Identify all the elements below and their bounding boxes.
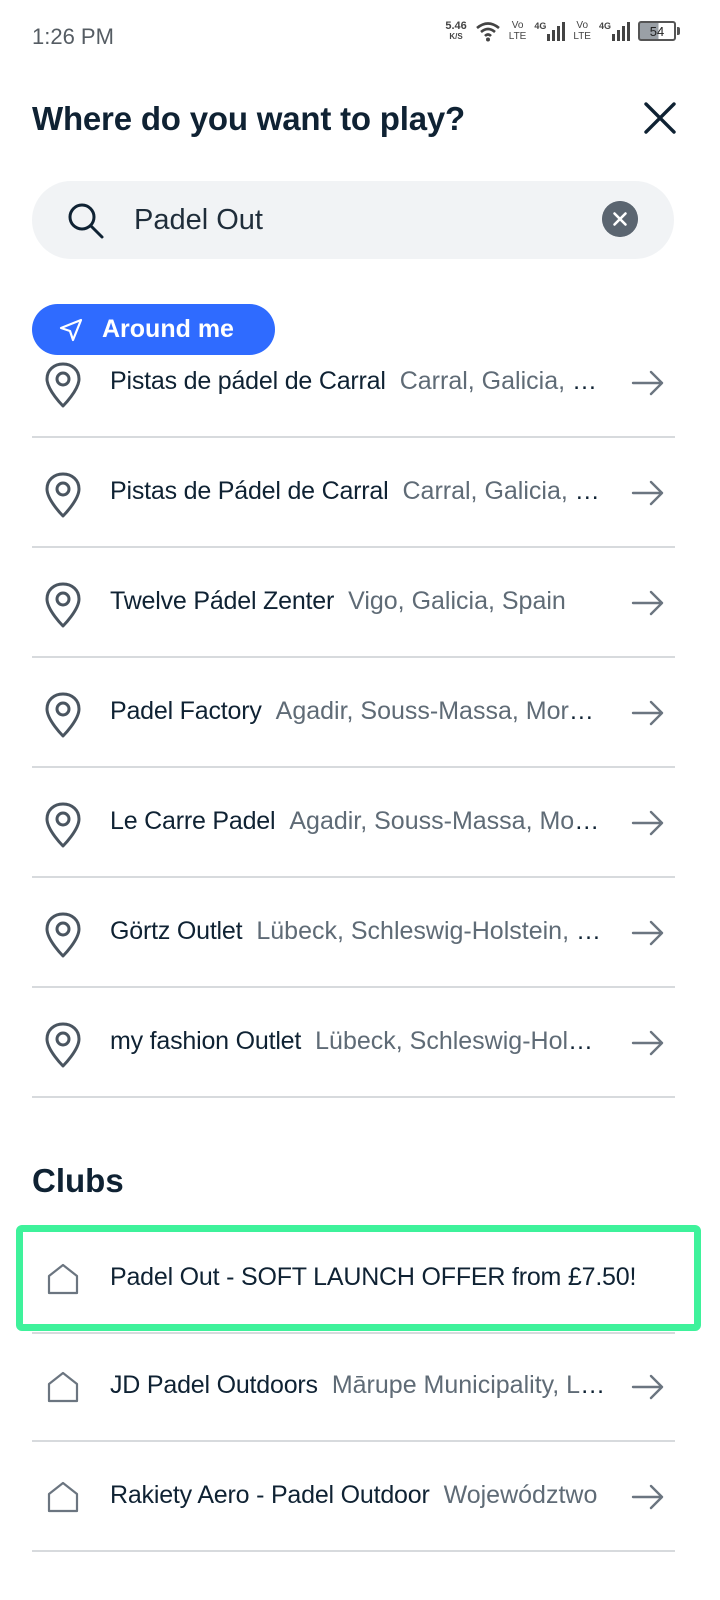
- place-name: Pistas de pádel de Carral: [110, 367, 386, 395]
- arrow-right-icon: [631, 920, 664, 946]
- place-text: Twelve Pádel Zenter Vigo, Galicia, Spain: [110, 586, 602, 616]
- place-text: Pistas de pádel de Carral Carral, Galicia…: [110, 366, 602, 396]
- arrow-right-icon: [631, 370, 664, 396]
- club-result-row[interactable]: JD Padel Outdoors Mārupe Municipality, La…: [32, 1332, 675, 1442]
- place-name: Görtz Outlet: [110, 917, 243, 945]
- place-result-row[interactable]: Pistas de pádel de Carral Carral, Galicia…: [32, 328, 675, 438]
- place-location: Carral, Galicia, Spain: [402, 477, 602, 505]
- place-text: Pistas de Pádel de Carral Carral, Galicia…: [110, 476, 602, 506]
- place-result-row[interactable]: my fashion Outlet Lübeck, Schleswig-Holst…: [32, 988, 675, 1098]
- location-pin-icon: [45, 1022, 81, 1068]
- header: Where do you want to play?: [32, 96, 688, 146]
- signal-bars-icon: [547, 22, 566, 41]
- clear-icon[interactable]: [602, 201, 638, 237]
- sim2-signal: 4G: [599, 21, 630, 41]
- arrow-right-icon: [631, 1374, 664, 1400]
- location-pin-icon: [45, 362, 81, 408]
- sim2-volte-indicator: Vo LTE: [573, 20, 591, 42]
- network-speed: 5.46 K/S: [445, 20, 467, 42]
- place-location: Lübeck, Schleswig-Holstein, Germany: [256, 917, 602, 945]
- wifi-icon: [475, 22, 500, 42]
- club-name: JD Padel Outdoors: [110, 1371, 318, 1399]
- place-name: Pistas de Pádel de Carral: [110, 477, 389, 505]
- place-result-row[interactable]: Le Carre Padel Agadir, Souss-Massa, Moroc…: [32, 768, 675, 878]
- location-pin-icon: [45, 582, 81, 628]
- place-result-row[interactable]: Padel Factory Agadir, Souss-Massa, Morocc…: [32, 658, 675, 768]
- battery-level: 54: [638, 21, 676, 41]
- place-name: Twelve Pádel Zenter: [110, 587, 335, 615]
- place-text: Padel Factory Agadir, Souss-Massa, Morocc…: [110, 696, 602, 726]
- club-icon: [47, 1371, 79, 1403]
- club-result-row[interactable]: Rakiety Aero - Padel Outdoor Województwo: [32, 1442, 675, 1552]
- arrow-right-icon: [631, 700, 664, 726]
- club-result-row[interactable]: Padel Out - SOFT LAUNCH OFFER from £7.50…: [32, 1224, 675, 1334]
- club-text: JD Padel Outdoors Mārupe Municipality, La…: [110, 1370, 610, 1400]
- search-icon: [68, 203, 104, 239]
- place-name: Le Carre Padel: [110, 807, 276, 835]
- status-time: 1:26 PM: [32, 24, 114, 49]
- places-list: Pistas de pádel de Carral Carral, Galicia…: [32, 328, 675, 1098]
- sim1-volte-indicator: Vo LTE: [508, 20, 527, 42]
- page-title: Where do you want to play?: [32, 100, 465, 137]
- clubs-section-title: Clubs: [32, 1162, 124, 1199]
- place-location: Agadir, Souss-Massa, Morocco: [275, 697, 602, 725]
- club-location: Mārupe Municipality, Latvia: [331, 1371, 610, 1399]
- place-result-row[interactable]: Görtz Outlet Lübeck, Schleswig-Holstein, …: [32, 878, 675, 988]
- place-location: Vigo, Galicia, Spain: [348, 587, 566, 615]
- place-location: Agadir, Souss-Massa, Morocco: [289, 807, 602, 835]
- status-bar: 1:26 PM 5.46 K/S Vo LTE 4G Vo LTE 4G 54: [0, 0, 720, 70]
- place-name: my fashion Outlet: [110, 1027, 302, 1055]
- club-location: Województwo: [443, 1481, 598, 1509]
- arrow-right-icon: [631, 1030, 664, 1056]
- place-location: Lübeck, Schleswig-Holstein, Germany: [315, 1027, 602, 1055]
- location-pin-icon: [45, 472, 81, 518]
- arrow-right-icon: [631, 810, 664, 836]
- sim1-signal: 4G: [534, 21, 566, 41]
- place-name: Padel Factory: [110, 697, 262, 725]
- place-text: Le Carre Padel Agadir, Souss-Massa, Moroc…: [110, 806, 602, 836]
- place-location: Carral, Galicia, Spain: [399, 367, 602, 395]
- place-result-row[interactable]: Pistas de Pádel de Carral Carral, Galicia…: [32, 438, 675, 548]
- place-text: Görtz Outlet Lübeck, Schleswig-Holstein, …: [110, 916, 602, 946]
- signal-bars-icon: [612, 22, 630, 41]
- club-text: Rakiety Aero - Padel Outdoor Województwo: [110, 1480, 610, 1510]
- place-text: my fashion Outlet Lübeck, Schleswig-Holst…: [110, 1026, 602, 1056]
- search-bar: [32, 181, 674, 259]
- place-result-row[interactable]: Twelve Pádel Zenter Vigo, Galicia, Spain: [32, 548, 675, 658]
- location-pin-icon: [45, 692, 81, 738]
- club-icon: [47, 1263, 79, 1295]
- battery-icon: 54: [638, 21, 680, 41]
- status-icons: 5.46 K/S Vo LTE 4G Vo LTE 4G 54: [445, 20, 680, 42]
- club-icon: [47, 1481, 79, 1513]
- close-icon[interactable]: [640, 98, 680, 138]
- arrow-right-icon: [631, 590, 664, 616]
- arrow-right-icon: [631, 1484, 664, 1510]
- arrow-right-icon: [631, 480, 664, 506]
- search-input[interactable]: [134, 199, 574, 241]
- club-name: Padel Out - SOFT LAUNCH OFFER from £7.50…: [110, 1263, 637, 1291]
- club-name: Rakiety Aero - Padel Outdoor: [110, 1481, 430, 1509]
- location-pin-icon: [45, 912, 81, 958]
- location-pin-icon: [45, 802, 81, 848]
- club-text: Padel Out - SOFT LAUNCH OFFER from £7.50…: [110, 1262, 685, 1292]
